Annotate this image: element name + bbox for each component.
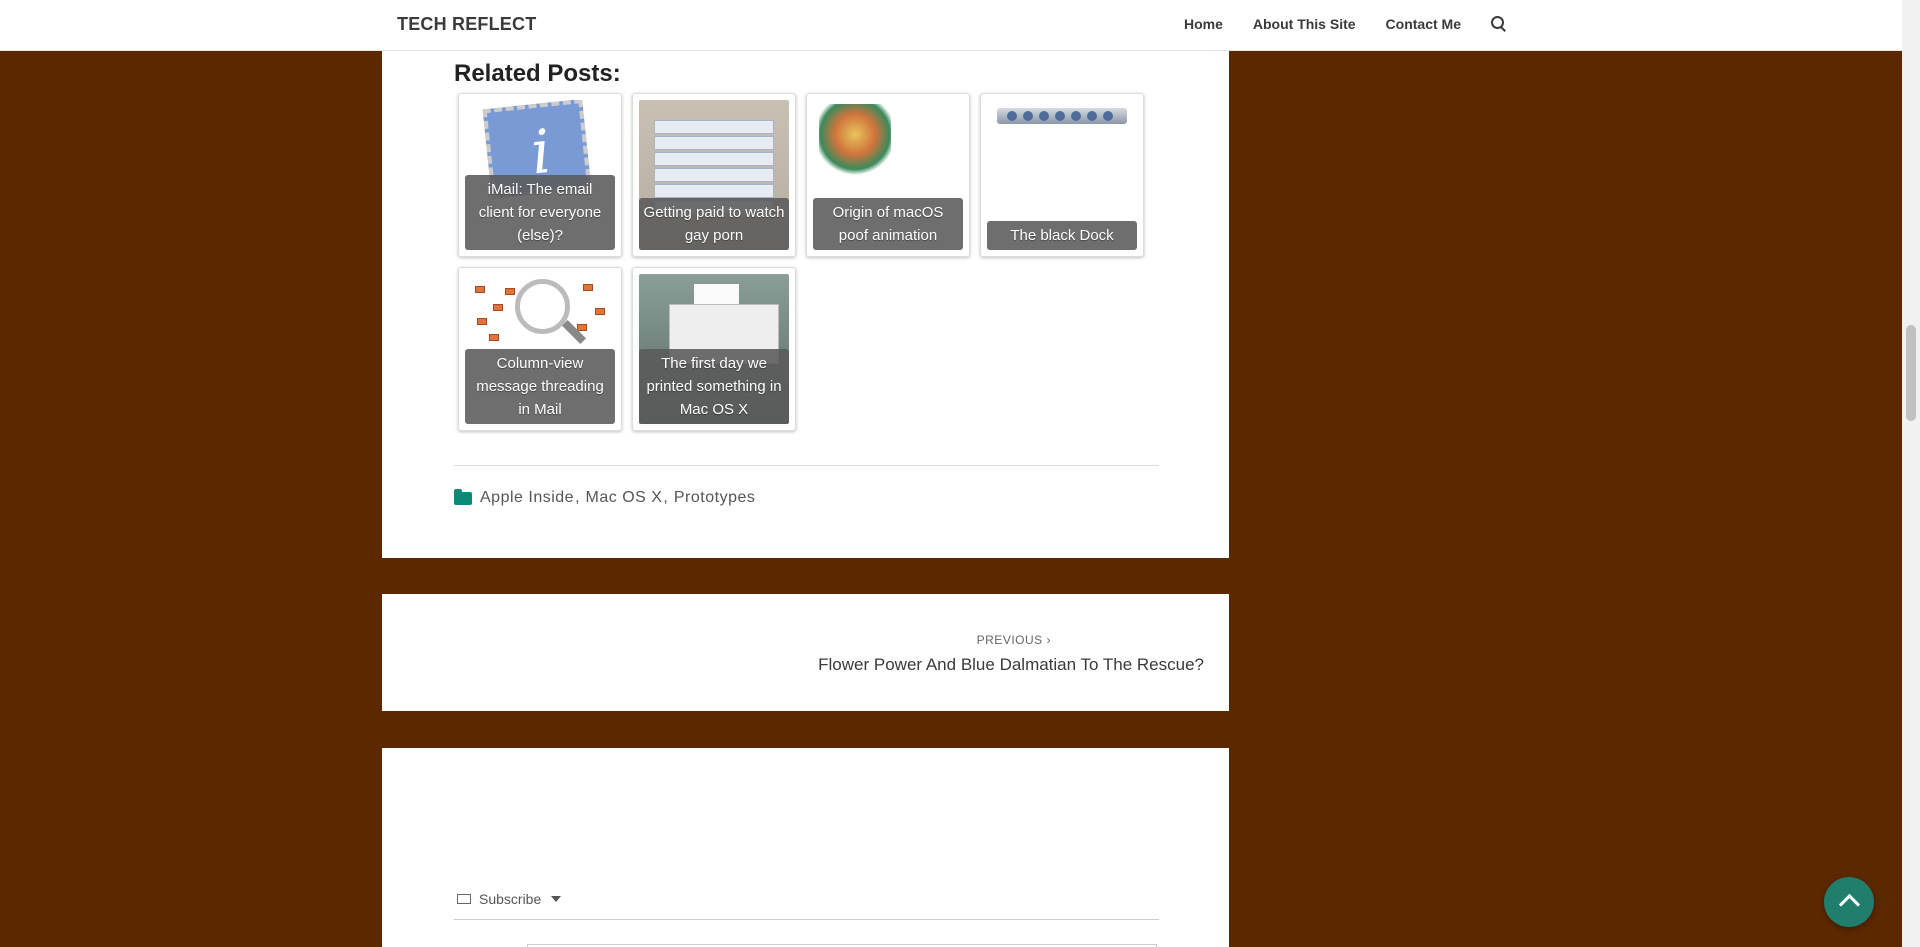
search-icon[interactable] — [1491, 16, 1507, 32]
divider — [454, 465, 1159, 466]
related-posts-heading: Related Posts: — [454, 60, 621, 87]
related-post-caption[interactable]: Getting paid to watch gay porn — [639, 198, 789, 250]
related-post-caption[interactable]: The first day we printed something in Ma… — [639, 349, 789, 424]
envelope-icon — [457, 894, 471, 904]
main-nav: Home About This Site Contact Me — [1184, 16, 1507, 32]
nav-about[interactable]: About This Site — [1253, 16, 1356, 32]
related-post-tile[interactable]: The black Dock — [980, 93, 1144, 257]
site-title[interactable]: TECH REFLECT — [397, 14, 536, 35]
previous-label[interactable]: PREVIOUS › — [977, 633, 1051, 647]
category-link[interactable]: Mac OS X — [586, 489, 663, 507]
subscribe-label: Subscribe — [479, 891, 542, 907]
related-post-caption[interactable]: Column-view message threading in Mail — [465, 349, 615, 424]
related-post-tile[interactable]: Origin of macOS poof animation — [806, 93, 970, 257]
comments-section: Subscribe — [382, 748, 1229, 947]
related-post-tile[interactable]: Getting paid to watch gay porn — [632, 93, 796, 257]
scroll-to-top-button[interactable] — [1824, 877, 1874, 927]
category-link[interactable]: Prototypes — [674, 489, 755, 507]
nav-home[interactable]: Home — [1184, 16, 1223, 32]
folder-icon — [454, 488, 472, 505]
subscribe-toggle[interactable]: Subscribe — [457, 891, 562, 907]
related-post-tile[interactable]: The first day we printed something in Ma… — [632, 267, 796, 431]
related-post-caption[interactable]: Origin of macOS poof animation — [813, 198, 963, 250]
caret-down-icon — [551, 896, 562, 902]
previous-post-link[interactable]: Flower Power And Blue Dalmatian To The R… — [818, 655, 1204, 675]
related-post-caption[interactable]: iMail: The email client for everyone (el… — [465, 175, 615, 250]
article-footer-card: Related Posts: i iMail: The email client… — [382, 51, 1229, 558]
related-post-tile[interactable]: Column-view message threading in Mail — [458, 267, 622, 431]
related-post-caption[interactable]: The black Dock — [987, 221, 1137, 250]
site-header: TECH REFLECT Home About This Site Contac… — [0, 0, 1902, 51]
post-categories: Apple Inside, Mac OS X, Prototypes — [454, 488, 755, 507]
post-navigation: PREVIOUS › Flower Power And Blue Dalmati… — [382, 594, 1229, 711]
related-post-tile[interactable]: i iMail: The email client for everyone (… — [458, 93, 622, 257]
divider — [454, 919, 1159, 920]
scrollbar-thumb[interactable] — [1906, 325, 1916, 421]
category-link[interactable]: Apple Inside — [480, 489, 574, 507]
scrollbar[interactable] — [1902, 0, 1920, 947]
nav-contact[interactable]: Contact Me — [1386, 16, 1461, 32]
